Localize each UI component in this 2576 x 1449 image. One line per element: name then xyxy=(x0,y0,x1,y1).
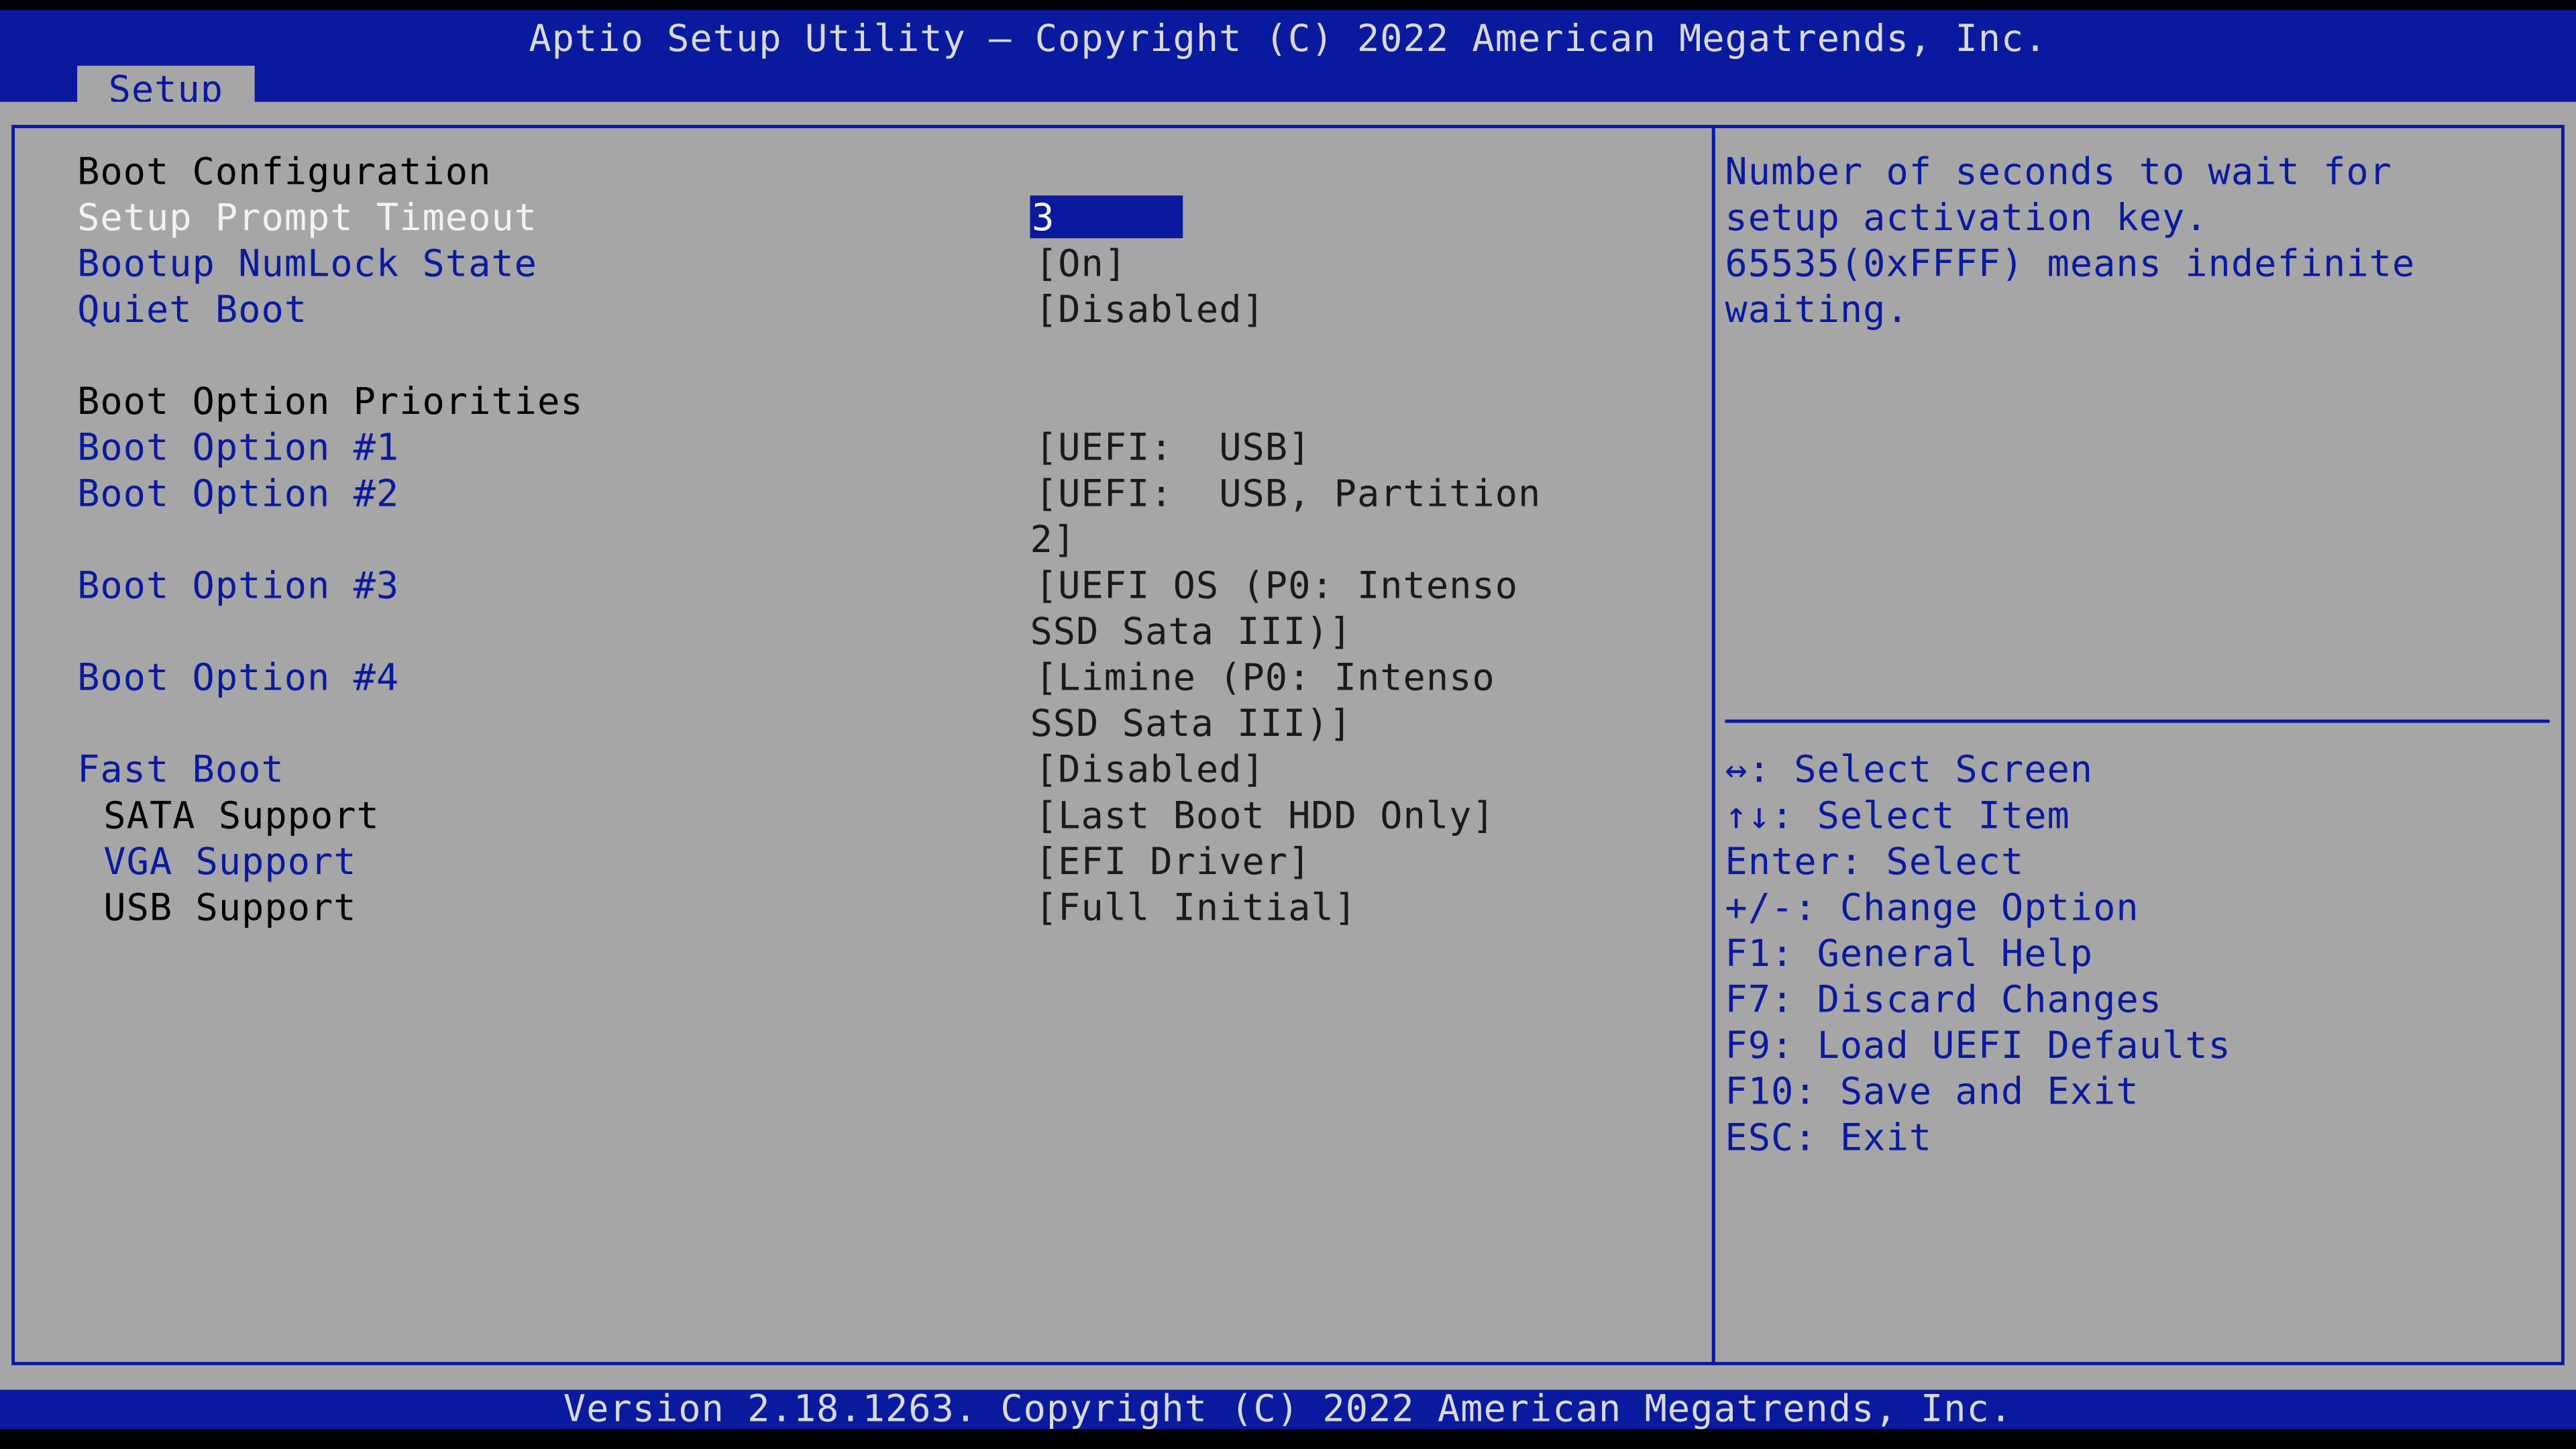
fast-boot-label[interactable]: Fast Boot xyxy=(77,747,284,794)
bios-screen: Aptio Setup Utility – Copyright (C) 2022… xyxy=(0,0,2576,1449)
main-panel: Boot Configuration Setup Prompt Timeout … xyxy=(0,101,2576,1390)
boot-option-4-label[interactable]: Boot Option #4 xyxy=(77,655,399,702)
bootup-numlock-state-value[interactable]: [On] xyxy=(1035,241,1127,288)
boot-option-4-value[interactable]: [Limine (P0: Intenso xyxy=(1035,655,1495,702)
boot-option-1-label[interactable]: Boot Option #1 xyxy=(77,425,399,472)
key-general-help: F1: General Help xyxy=(1725,933,2094,976)
boot-option-priorities-heading: Boot Option Priorities xyxy=(77,381,584,424)
vga-support-label[interactable]: VGA Support xyxy=(103,839,356,885)
boot-option-3-value[interactable]: [UEFI OS (P0: Intenso xyxy=(1035,564,1518,610)
setup-prompt-timeout-label[interactable]: Setup Prompt Timeout xyxy=(77,195,537,241)
title-text: Aptio Setup Utility – Copyright (C) 2022… xyxy=(529,17,2047,61)
key-esc-exit: ESC: Exit xyxy=(1725,1117,1933,1160)
boot-option-4-value-cont[interactable]: SSD Sata III)] xyxy=(1030,702,1352,748)
sata-support-label: SATA Support xyxy=(103,795,380,838)
quiet-boot-label[interactable]: Quiet Boot xyxy=(77,288,307,334)
quiet-boot-value[interactable]: [Disabled] xyxy=(1035,288,1265,334)
key-select-screen: ↔: Select Screen xyxy=(1725,749,2094,792)
key-load-defaults: F9: Load UEFI Defaults xyxy=(1725,1025,2231,1068)
version-text: Version 2.18.1263. Copyright (C) 2022 Am… xyxy=(563,1388,2013,1432)
footer-bar: Version 2.18.1263. Copyright (C) 2022 Am… xyxy=(0,1388,2576,1432)
usb-support-label: USB Support xyxy=(103,887,357,930)
key-select-item: ↑↓: Select Item xyxy=(1725,795,2070,838)
vga-support-value[interactable]: [EFI Driver] xyxy=(1035,839,1311,885)
key-save-exit: F10: Save and Exit xyxy=(1725,1071,2139,1114)
sata-support-value: [Last Boot HDD Only] xyxy=(1034,795,1495,838)
boot-option-2-value-cont[interactable]: 2] xyxy=(1030,517,1077,564)
boot-configuration-heading: Boot Configuration xyxy=(77,151,492,194)
key-enter-select: Enter: Select xyxy=(1725,841,2025,884)
key-change-option: +/-: Change Option xyxy=(1725,887,2139,930)
boot-option-2-label[interactable]: Boot Option #2 xyxy=(77,472,399,518)
help-line-1: Number of seconds to wait for xyxy=(1725,151,2392,194)
key-discard-changes: F7: Discard Changes xyxy=(1725,979,2163,1022)
title-bar: Aptio Setup Utility – Copyright (C) 2022… xyxy=(0,9,2576,112)
fast-boot-value[interactable]: [Disabled] xyxy=(1035,747,1265,794)
setup-prompt-timeout-input[interactable]: 3 xyxy=(1030,195,1183,240)
bootup-numlock-state-label[interactable]: Bootup NumLock State xyxy=(77,241,537,288)
boot-option-3-label[interactable]: Boot Option #3 xyxy=(77,564,399,610)
boot-option-2-value[interactable]: [UEFI: USB, Partition xyxy=(1035,472,1541,518)
boot-option-3-value-cont[interactable]: SSD Sata III)] xyxy=(1030,610,1352,656)
help-line-3: 65535(0xFFFF) means indefinite xyxy=(1725,243,2416,286)
help-line-4: waiting. xyxy=(1725,289,1909,332)
usb-support-value: [Full Initial] xyxy=(1034,887,1357,930)
help-line-2: setup activation key. xyxy=(1725,197,2208,240)
boot-option-1-value[interactable]: [UEFI: USB] xyxy=(1035,425,1311,472)
help-divider xyxy=(1725,719,2550,723)
